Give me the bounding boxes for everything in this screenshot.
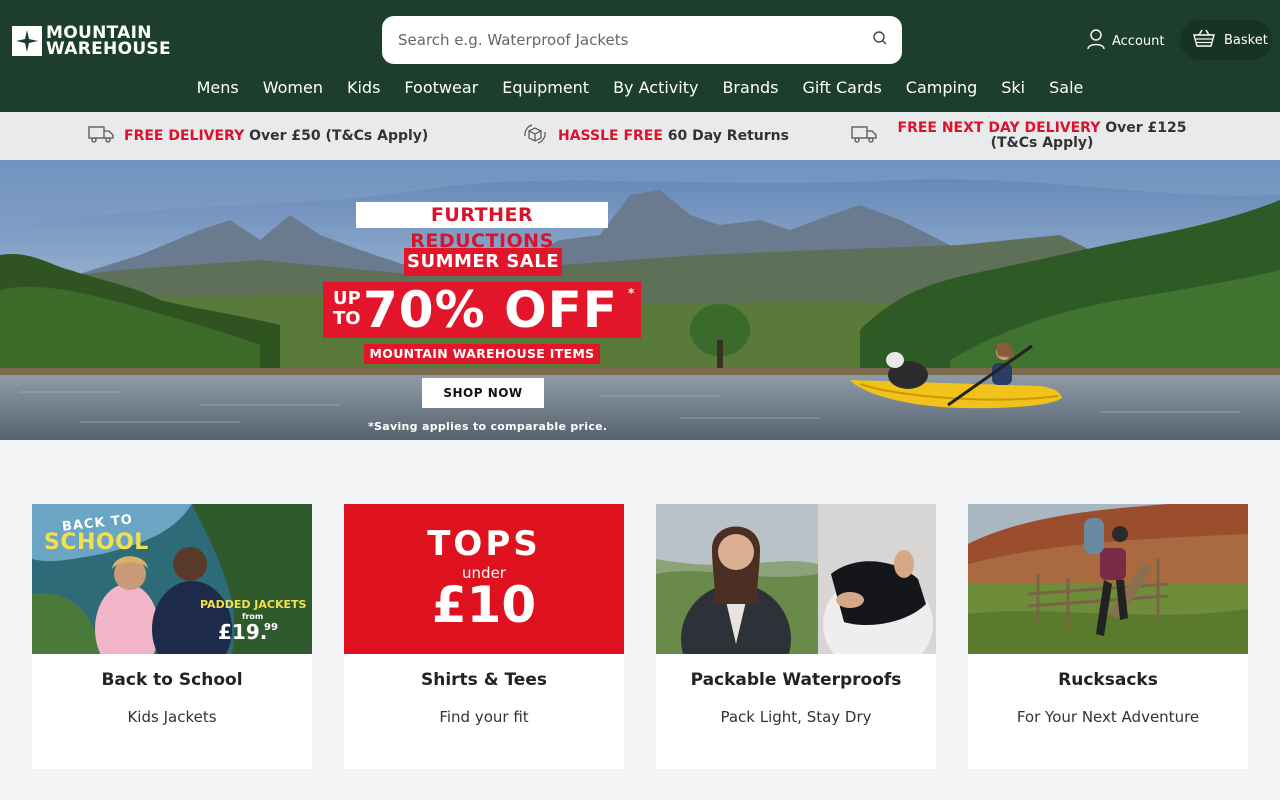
nav-item-ski[interactable]: Ski (989, 76, 1037, 100)
brand-name: MOUNTAIN WAREHOUSE (46, 25, 171, 59)
usp-highlight: HASSLE FREE (558, 127, 663, 144)
further-reductions-tag: FURTHER REDUCTIONS (356, 202, 608, 252)
nav-item-sale[interactable]: Sale (1037, 76, 1095, 100)
discount-value: 70% OFF (363, 281, 618, 339)
basket-label: Basket (1224, 32, 1268, 48)
main-nav: Mens Women Kids Footwear Equipment By Ac… (0, 76, 1280, 100)
nav-item-equipment[interactable]: Equipment (490, 76, 601, 100)
tops-under-10-image: TOPS under £10 (344, 504, 624, 654)
returns-icon (522, 122, 548, 150)
brand-line2: WAREHOUSE (46, 39, 171, 59)
user-icon (1086, 28, 1106, 54)
site-header: MOUNTAIN WAREHOUSE Account Basket Mens W… (0, 0, 1280, 112)
nav-item-brands[interactable]: Brands (710, 76, 790, 100)
basket-icon (1192, 28, 1216, 52)
mountain-warehouse-items-tag: MOUNTAIN WAREHOUSE ITEMS (364, 344, 600, 364)
search-icon[interactable] (872, 30, 888, 50)
usp-returns[interactable]: HASSLE FREE 60 Day Returns (522, 112, 789, 160)
nav-item-footwear[interactable]: Footwear (392, 76, 490, 100)
card-title: Shirts & Tees (421, 670, 547, 690)
basket-button[interactable]: Basket (1180, 20, 1272, 60)
card-subtitle: Kids Jackets (127, 708, 217, 726)
card-rucksacks[interactable]: Rucksacks For Your Next Adventure (968, 504, 1248, 769)
usp-text: 60 Day Returns (662, 127, 789, 144)
account-link[interactable]: Account (1086, 28, 1165, 54)
tops-label: TOPS (427, 524, 541, 564)
padded-jackets-label: PADDED JACKETS (200, 598, 307, 611)
truck-icon (851, 125, 877, 147)
brand-logo[interactable]: MOUNTAIN WAREHOUSE (12, 25, 171, 59)
card-subtitle: Find your fit (439, 708, 529, 726)
card-title: Packable Waterproofs (690, 670, 902, 690)
card-subtitle: For Your Next Adventure (1016, 708, 1200, 726)
discount-up: UP (333, 288, 361, 309)
back-to-school-image: BACK TO SCHOOL PADDED JACKETS from £19. … (32, 504, 312, 654)
discount-tag: UP TO 70% OFF * (323, 282, 641, 338)
search-bar (382, 16, 902, 64)
truck-icon (88, 125, 114, 147)
summer-sale-tag: SUMMER SALE (404, 248, 562, 276)
usp-highlight: FREE DELIVERY (124, 127, 245, 144)
nav-item-kids[interactable]: Kids (335, 76, 392, 100)
category-cards: BACK TO SCHOOL PADDED JACKETS from £19. … (32, 504, 1248, 769)
nav-item-camping[interactable]: Camping (894, 76, 989, 100)
school-label: SCHOOL (44, 530, 149, 555)
usp-free-delivery[interactable]: FREE DELIVERY Over £50 (T&Cs Apply) (88, 112, 428, 160)
card-packable-waterproofs[interactable]: Packable Waterproofs Pack Light, Stay Dr… (656, 504, 936, 769)
logo-star-icon (12, 26, 42, 56)
nav-item-mens[interactable]: Mens (185, 76, 251, 100)
usp-text: Over £50 (T&Cs Apply) (244, 127, 429, 144)
account-label: Account (1112, 33, 1165, 49)
usp-bar: FREE DELIVERY Over £50 (T&Cs Apply) HASS… (0, 112, 1280, 160)
nav-item-women[interactable]: Women (251, 76, 335, 100)
card-title: Back to School (101, 670, 243, 690)
card-subtitle: Pack Light, Stay Dry (720, 708, 872, 726)
card-title: Rucksacks (1058, 670, 1158, 690)
discount-asterisk: * (628, 286, 635, 300)
price-pence-label: 99 (264, 622, 278, 633)
ten-pounds-label: £10 (431, 576, 537, 634)
nav-item-gift-cards[interactable]: Gift Cards (790, 76, 893, 100)
card-back-to-school[interactable]: BACK TO SCHOOL PADDED JACKETS from £19. … (32, 504, 312, 769)
packable-waterproofs-image (656, 504, 936, 654)
price-label: £19. (218, 620, 268, 644)
hero-banner[interactable]: FURTHER REDUCTIONS SUMMER SALE UP TO 70%… (0, 160, 1280, 440)
rucksacks-image (968, 504, 1248, 654)
usp-highlight: FREE NEXT DAY DELIVERY (897, 120, 1101, 136)
search-input[interactable] (398, 31, 872, 49)
promo-overlay: FURTHER REDUCTIONS SUMMER SALE UP TO 70%… (0, 160, 1280, 440)
discount-to: TO (333, 308, 361, 329)
hero-disclaimer: *Saving applies to comparable price. (368, 420, 608, 433)
usp-next-day[interactable]: FREE NEXT DAY DELIVERY Over £125 (T&Cs A… (851, 112, 1197, 160)
nav-item-by-activity[interactable]: By Activity (601, 76, 710, 100)
shop-now-button[interactable]: SHOP NOW (422, 378, 544, 408)
card-shirts-tees[interactable]: TOPS under £10 Shirts & Tees Find your f… (344, 504, 624, 769)
